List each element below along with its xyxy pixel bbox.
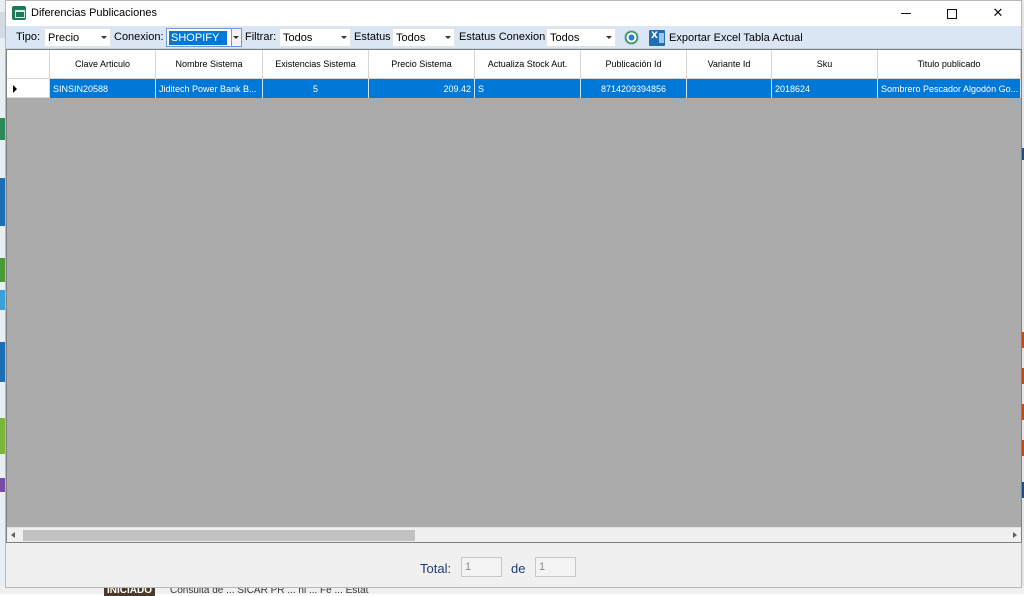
column-header-precio-sistema[interactable]: Precio Sistema xyxy=(369,50,475,79)
chevron-down-icon xyxy=(101,36,107,39)
de-label: de xyxy=(511,561,526,576)
diferencias-publicaciones-window: Diferencias Publicaciones ✕ Tipo: Precio… xyxy=(5,0,1022,588)
column-header-titulo-publicado[interactable]: Titulo publicado xyxy=(878,50,1021,79)
tipo-dropdown[interactable]: Precio xyxy=(44,28,111,47)
conexion-value: SHOPIFY xyxy=(169,31,227,45)
column-header-sku[interactable]: Sku xyxy=(772,50,878,79)
table-row[interactable]: SINSIN20588 Jiditech Power Bank B... 5 2… xyxy=(7,79,1021,98)
chevron-down-icon xyxy=(341,36,347,39)
window-title: Diferencias Publicaciones xyxy=(31,7,157,19)
pagination-footer: Total: de xyxy=(6,543,1021,587)
column-header-actualiza-stock[interactable]: Actualiza Stock Aut. xyxy=(475,50,581,79)
minimize-button[interactable] xyxy=(883,1,929,26)
horizontal-scrollbar[interactable] xyxy=(7,527,1021,542)
cell-variante-id[interactable] xyxy=(687,79,772,98)
title-bar[interactable]: Diferencias Publicaciones ✕ xyxy=(6,1,1021,26)
de-field[interactable] xyxy=(535,557,576,577)
current-row-arrow-icon xyxy=(13,85,17,93)
cell-titulo-publicado[interactable]: Sombrero Pescador Algodón Go... xyxy=(878,79,1021,98)
scrollbar-thumb[interactable] xyxy=(23,530,415,541)
export-excel-button[interactable]: Exportar Excel Tabla Actual xyxy=(649,28,803,47)
column-header-existencias-sistema[interactable]: Existencias Sistema xyxy=(263,50,369,79)
row-selector[interactable] xyxy=(7,79,50,98)
tipo-label: Tipo: xyxy=(16,31,41,43)
estatus-conexion-dropdown[interactable]: Todos xyxy=(546,28,616,47)
minimize-icon xyxy=(901,13,911,14)
tipo-value: Precio xyxy=(48,32,80,44)
cell-nombre-sistema[interactable]: Jiditech Power Bank B... xyxy=(156,79,263,98)
filter-toolbar: Tipo: Precio Conexion: SHOPIFY Filtrar: … xyxy=(6,26,1021,49)
maximize-icon xyxy=(947,8,957,19)
estatus-value: Todos xyxy=(396,32,426,44)
app-cart-icon xyxy=(12,6,26,20)
cell-actualiza-stock[interactable]: S xyxy=(475,79,581,98)
maximize-button[interactable] xyxy=(929,1,975,26)
cell-clave-articulo[interactable]: SINSIN20588 xyxy=(50,79,156,98)
publicaciones-grid[interactable]: Clave Articulo Nombre Sistema Existencia… xyxy=(6,49,1022,543)
column-header-clave-articulo[interactable]: Clave Articulo xyxy=(50,50,156,79)
chevron-down-icon xyxy=(445,36,451,39)
cell-existencias-sistema[interactable]: 5 xyxy=(263,79,369,98)
estatus-label: Estatus xyxy=(354,31,391,43)
row-header-corner xyxy=(7,50,50,79)
cell-precio-sistema[interactable]: 209.42 xyxy=(369,79,475,98)
cell-publicacion-id[interactable]: 8714209394856 xyxy=(581,79,687,98)
scroll-right-icon[interactable] xyxy=(1013,532,1017,538)
filtrar-dropdown[interactable]: Todos xyxy=(279,28,351,47)
grid-header-row: Clave Articulo Nombre Sistema Existencia… xyxy=(7,50,1021,79)
export-excel-label: Exportar Excel Tabla Actual xyxy=(669,31,803,44)
cell-sku[interactable]: 2018624 xyxy=(772,79,878,98)
conexion-dropdown-button[interactable] xyxy=(231,29,241,46)
close-icon: ✕ xyxy=(992,6,1004,21)
column-header-publicacion-id[interactable]: Publicación Id xyxy=(581,50,687,79)
filtrar-value: Todos xyxy=(283,32,313,44)
total-label: Total: xyxy=(420,561,452,576)
estatus-dropdown[interactable]: Todos xyxy=(392,28,455,47)
conexion-label: Conexion: xyxy=(114,31,164,43)
excel-icon xyxy=(649,29,665,46)
estatus-conexion-label: Estatus Conexion: xyxy=(459,31,549,43)
conexion-dropdown[interactable]: SHOPIFY xyxy=(166,28,242,47)
column-header-nombre-sistema[interactable]: Nombre Sistema xyxy=(156,50,263,79)
refresh-icon xyxy=(624,30,639,45)
refresh-button[interactable] xyxy=(621,28,641,47)
column-header-variante-id[interactable]: Variante Id xyxy=(687,50,772,79)
scroll-left-icon[interactable] xyxy=(11,532,15,538)
chevron-down-icon xyxy=(233,36,239,39)
total-field[interactable] xyxy=(461,557,502,577)
estatus-conexion-value: Todos xyxy=(550,32,580,44)
filtrar-label: Filtrar: xyxy=(245,31,277,43)
chevron-down-icon xyxy=(606,36,612,39)
close-button[interactable]: ✕ xyxy=(975,1,1021,26)
